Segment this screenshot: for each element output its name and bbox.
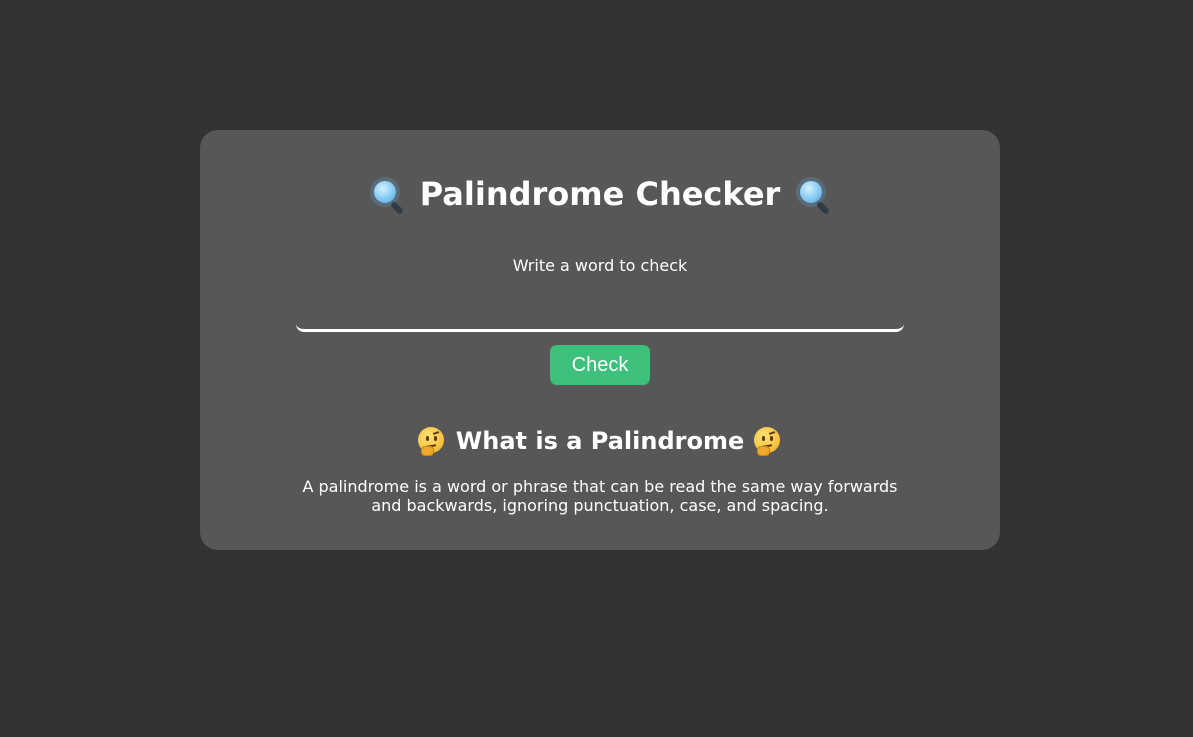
info-heading-text: What is a Palindrome	[455, 427, 745, 455]
thinking-face-icon	[417, 427, 446, 456]
magnifier-icon	[794, 175, 832, 216]
info-description: A palindrome is a word or phrase that ca…	[302, 477, 898, 515]
word-input-label: Write a word to check	[512, 256, 688, 275]
page-title: Palindrome Checker	[200, 174, 1000, 216]
check-button[interactable]: Check	[550, 345, 650, 385]
word-input[interactable]	[296, 292, 904, 332]
page-title-text: Palindrome Checker	[419, 175, 781, 213]
palindrome-card: Palindrome Checker Write a word to check…	[200, 130, 1000, 550]
magnifier-icon	[368, 175, 406, 216]
info-heading: What is a Palindrome	[200, 426, 1000, 456]
thinking-face-icon	[754, 427, 782, 456]
